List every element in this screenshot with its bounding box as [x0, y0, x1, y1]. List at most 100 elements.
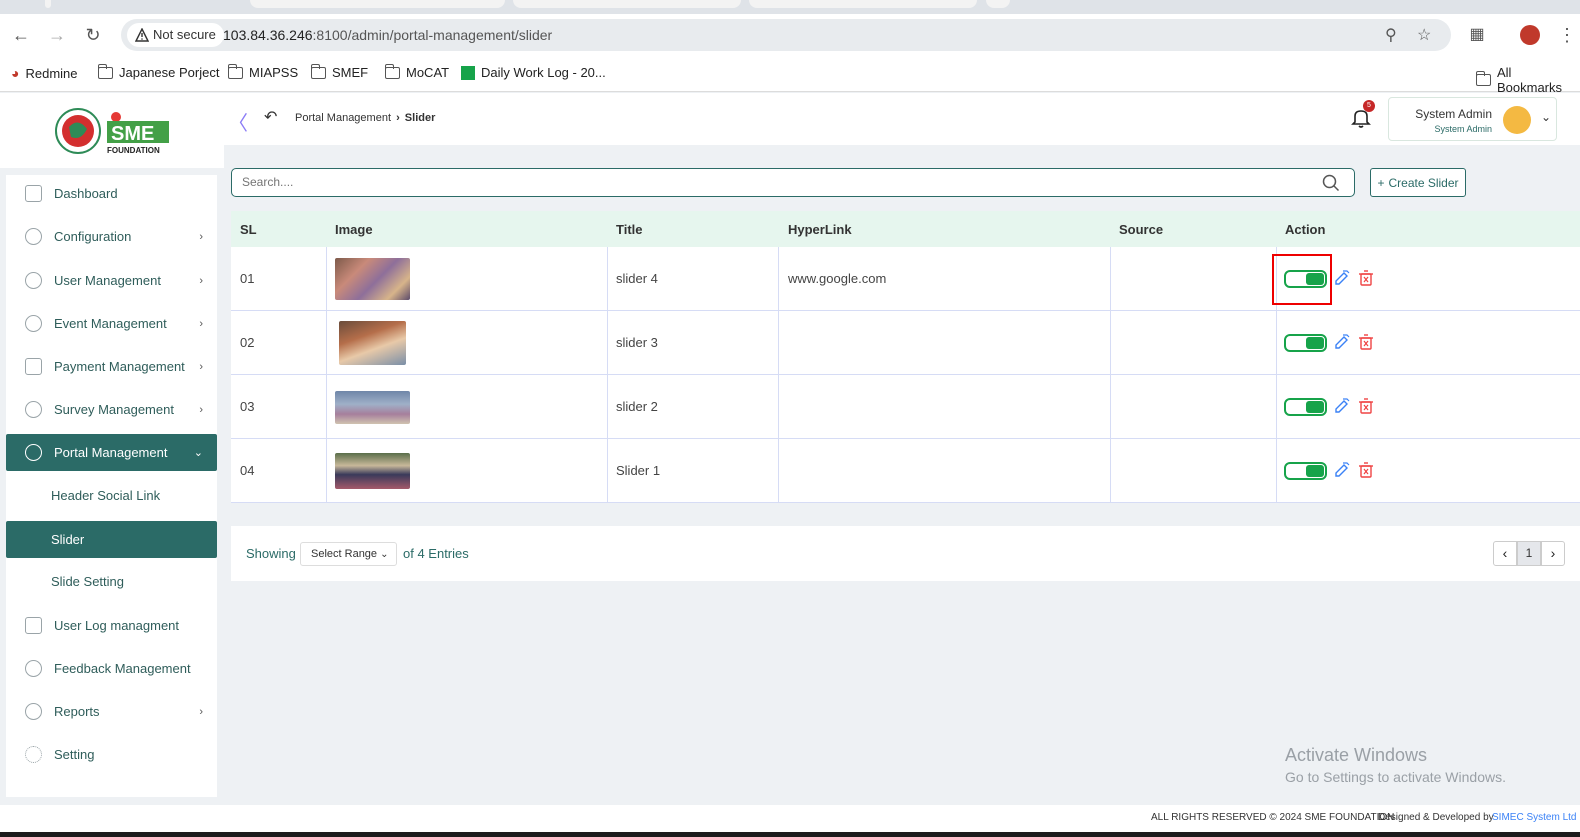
url-text[interactable]: 103.84.36.246:8100/admin/portal-manageme…: [223, 19, 552, 51]
sidebar-item-reports[interactable]: Reports ›: [6, 693, 217, 730]
user-name: System Admin: [1415, 107, 1492, 121]
sidebar-item-payment-management[interactable]: Payment Management ›: [6, 348, 217, 385]
browser-tab[interactable]: [513, 0, 741, 8]
slider-image-thumbnail: [339, 321, 406, 365]
browser-tab[interactable]: [986, 0, 1010, 8]
sidebar-item-user-management[interactable]: User Management ›: [6, 262, 217, 299]
browser-tab[interactable]: [749, 0, 977, 8]
lock-icon: [25, 315, 42, 332]
table-row: 03 slider 2: [231, 375, 1580, 439]
sidebar-item-configuration[interactable]: Configuration ›: [6, 218, 217, 255]
entries-label: of 4 Entries: [403, 546, 469, 561]
chevron-down-icon: ⌄: [193, 447, 203, 459]
chevron-down-icon: ⌄: [380, 549, 389, 560]
bookmark-mocat[interactable]: MoCAT: [384, 63, 450, 80]
slider-image-thumbnail: [335, 258, 410, 300]
trash-icon[interactable]: [1358, 398, 1374, 414]
sidebar-item-portal-management[interactable]: Portal Management ⌄: [6, 434, 217, 471]
reload-icon[interactable]: ↻: [82, 24, 104, 46]
cell-title: slider 4: [616, 271, 658, 286]
chevron-right-icon: ›: [199, 403, 203, 416]
create-slider-button[interactable]: + Create Slider: [1370, 168, 1466, 197]
status-toggle[interactable]: [1284, 462, 1327, 480]
trash-icon[interactable]: [1358, 270, 1374, 286]
breadcrumb-parent[interactable]: Portal Management: [295, 112, 391, 124]
edit-icon[interactable]: [1334, 270, 1350, 286]
bookmark-japanese-porject[interactable]: Japanese Porject: [97, 63, 219, 80]
sidebar-item-label: Slide Setting: [51, 574, 124, 589]
next-page-icon[interactable]: ›: [1541, 541, 1565, 566]
edit-icon[interactable]: [1334, 462, 1350, 478]
developer-link[interactable]: SIMEC System Ltd: [1492, 812, 1576, 823]
sme-foundation-logo[interactable]: SME FOUNDATION: [55, 107, 171, 155]
bookmark-label: MoCAT: [406, 65, 450, 80]
sidebar-item-event-management[interactable]: Event Management ›: [6, 305, 217, 342]
browser-menu-icon[interactable]: ⋮: [1556, 24, 1578, 46]
user-role: System Admin: [1434, 124, 1492, 134]
sidebar-item-label: Payment Management: [54, 359, 185, 374]
extensions-icon[interactable]: ▦: [1466, 24, 1488, 46]
bookmark-smef[interactable]: SMEF: [310, 63, 368, 80]
slider-image-thumbnail: [335, 391, 410, 424]
bookmark-label: All Bookmarks: [1496, 65, 1563, 95]
breadcrumb: Portal Management › Slider: [295, 112, 435, 124]
security-chip[interactable]: Not secure: [127, 23, 224, 47]
sidebar-item-label: Setting: [54, 747, 95, 762]
slider-image-thumbnail: [335, 453, 410, 489]
edit-icon[interactable]: [1334, 334, 1350, 350]
payment-icon: [25, 358, 42, 375]
trash-icon[interactable]: [1358, 334, 1374, 350]
bookmark-redmine[interactable]: ◕ Redmine: [11, 65, 78, 81]
browser-tab[interactable]: [45, 0, 51, 8]
bookmark-all-bookmarks[interactable]: All Bookmarks: [1475, 65, 1580, 95]
designed-by-text: Designed & Developed by: [1378, 812, 1494, 823]
sidebar-item-setting[interactable]: Setting: [6, 736, 217, 773]
trash-icon[interactable]: [1358, 462, 1374, 478]
notification-button[interactable]: 5: [1351, 100, 1375, 129]
column-header: HyperLink: [788, 222, 852, 237]
zoom-icon[interactable]: ⚲: [1385, 25, 1397, 45]
prev-page-icon[interactable]: ‹: [1493, 541, 1517, 566]
forward-icon[interactable]: →: [46, 24, 68, 46]
back-icon[interactable]: ←: [10, 24, 32, 46]
status-toggle[interactable]: [1284, 398, 1327, 416]
search-input[interactable]: [242, 175, 1302, 189]
folder-icon: [310, 63, 326, 79]
chevron-right-icon: ›: [199, 705, 203, 718]
sidebar-item-survey-management[interactable]: Survey Management ›: [6, 391, 217, 428]
back-arrow-icon[interactable]: ↶: [264, 107, 277, 127]
column-header: Action: [1285, 222, 1326, 237]
create-slider-label: Create Slider: [1388, 175, 1459, 190]
address-bar[interactable]: Not secure 103.84.36.246:8100/admin/port…: [121, 19, 1451, 51]
collapse-sidebar-icon[interactable]: 〈: [228, 107, 248, 136]
copyright-text: ALL RIGHTS RESERVED © 2024 SME FOUNDATIO…: [1151, 812, 1395, 823]
column-header: SL: [240, 222, 257, 237]
page-number-button[interactable]: 1: [1517, 541, 1541, 566]
sidebar-item-header-social-link[interactable]: Header Social Link: [6, 477, 217, 514]
notification-badge: 5: [1363, 100, 1375, 112]
sidebar-item-label: Header Social Link: [51, 488, 161, 503]
sidebar-item-slide-setting[interactable]: Slide Setting: [6, 563, 217, 600]
bookmark-star-icon[interactable]: ☆: [1417, 25, 1431, 45]
sidebar-item-dashboard[interactable]: Dashboard: [6, 175, 217, 212]
sidebar-item-user-log[interactable]: User Log managment: [6, 607, 217, 644]
cell-sl: 03: [240, 399, 255, 414]
profile-avatar-icon[interactable]: [1520, 25, 1540, 45]
bookmark-daily-work-log[interactable]: Daily Work Log - 20...: [461, 65, 606, 80]
cell-title: slider 2: [616, 399, 658, 414]
page-footer: ALL RIGHTS RESERVED © 2024 SME FOUNDATIO…: [0, 805, 1580, 832]
sidebar-item-label: Slider: [51, 532, 85, 547]
status-toggle[interactable]: [1284, 334, 1327, 352]
browser-tab[interactable]: [250, 0, 505, 8]
log-icon: [25, 617, 42, 634]
sidebar-item-slider[interactable]: Slider: [6, 521, 217, 558]
column-header: Title: [616, 222, 643, 237]
range-select[interactable]: Select Range ⌄: [300, 542, 397, 566]
user-icon: [25, 272, 42, 289]
user-menu[interactable]: System Admin System Admin ⌄: [1388, 97, 1557, 141]
sidebar-item-feedback-management[interactable]: Feedback Management: [6, 650, 217, 687]
edit-icon[interactable]: [1334, 398, 1350, 414]
search-icon[interactable]: [1322, 174, 1340, 192]
status-toggle[interactable]: [1284, 270, 1327, 288]
bookmark-miapss[interactable]: MIAPSS: [227, 63, 298, 80]
